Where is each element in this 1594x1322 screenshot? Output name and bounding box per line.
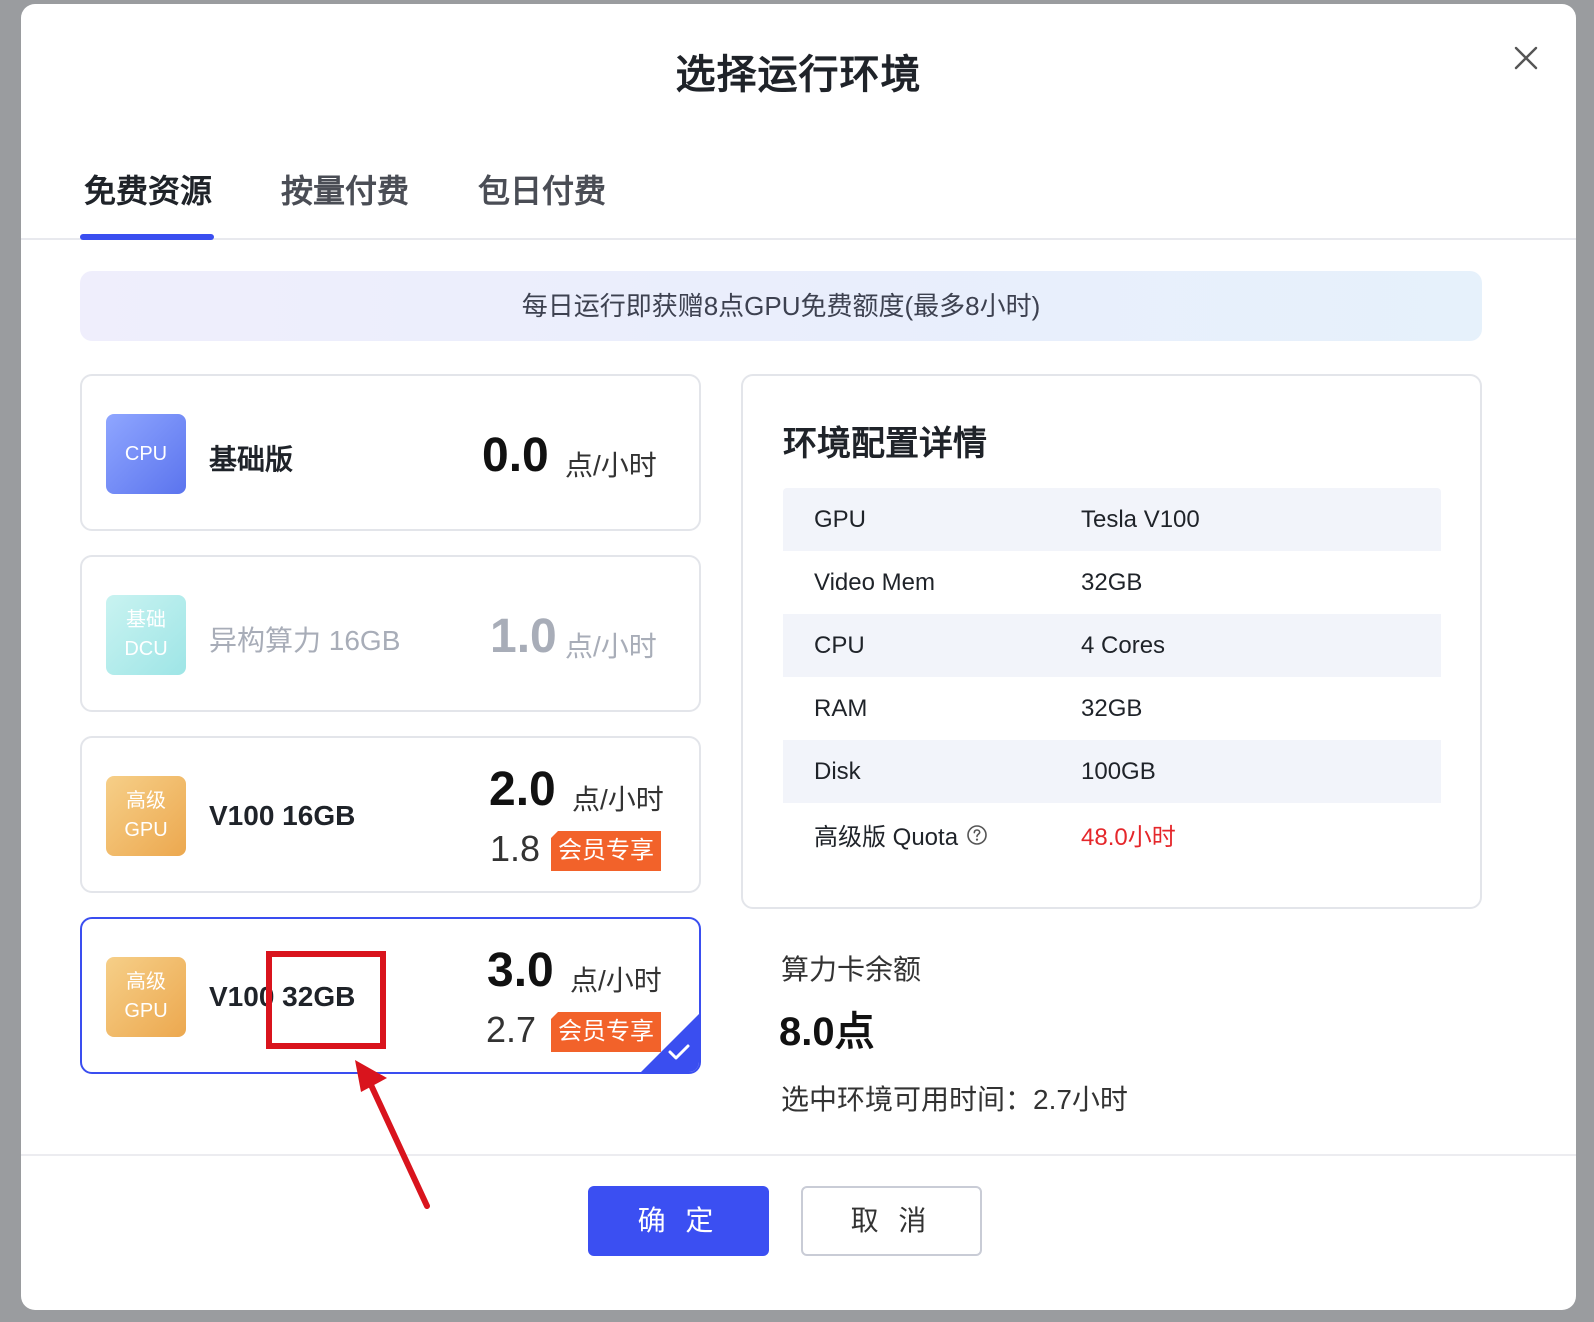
footer-divider [21,1154,1576,1156]
table-row: 高级版 Quota 48.0小时 [783,803,1441,866]
annotation-arrow-icon [355,1060,430,1209]
tab-bar: 免费资源 按量付费 包日付费 [21,154,1576,240]
help-icon[interactable] [966,824,988,846]
card-unit: 点/小时 [572,784,664,815]
card-unit: 点/小时 [570,965,662,996]
spec-key: GPU [814,505,867,533]
spec-key: 高级版 Quota [783,817,1081,852]
free-quota-banner: 每日运行即获赠8点GPU免费额度(最多8小时) [80,271,1482,341]
card-name: 基础版 [209,444,294,475]
table-row: Video Mem 32GB [783,551,1441,614]
icon-label: CPU [124,442,168,465]
member-price: 2.7 [486,1009,537,1050]
table-row: Disk 100GB [783,740,1441,803]
tab-daily[interactable]: 包日付费 [478,166,606,212]
spec-key: CPU [814,631,865,659]
spec-key: Disk [814,757,861,785]
environment-modal: 选择运行环境 免费资源 按量付费 包日付费 每日运行即获赠8点GPU免费额度(最… [21,4,1576,1310]
icon-label: DCU [124,638,168,660]
spec-value: 32GB [1081,568,1143,596]
env-card-cpu[interactable]: CPU 基础版 0.0 点/小时 [80,374,701,531]
spec-value: 32GB [1081,694,1143,722]
icon-label: GPU [124,819,168,841]
confirm-button[interactable]: 确 定 [588,1186,769,1256]
card-unit: 点/小时 [565,450,657,481]
env-card-v100-16gb[interactable]: 高级 GPU V100 16GB 2.0 点/小时 1.8 会员专享 [80,736,701,893]
table-row: RAM 32GB [783,677,1441,740]
gpu-icon: 高级 GPU [106,957,186,1037]
cpu-icon: CPU [106,414,186,494]
icon-label: 基础 [126,609,166,631]
spec-value: Tesla V100 [1081,505,1200,533]
card-name: V100 16GB [209,800,356,831]
table-row: GPU Tesla V100 [783,488,1441,551]
cancel-button[interactable]: 取 消 [801,1186,982,1256]
dcu-icon: 基础 DCU [106,595,186,675]
quota-value: 48.0小时 [1081,824,1176,851]
balance-label: 算力卡余额 [781,954,922,985]
spec-table: GPU Tesla V100 Video Mem 32GB CPU 4 Core… [783,488,1441,866]
table-row: CPU 4 Cores [783,614,1441,677]
card-price: 1.0 [490,610,557,663]
environment-details-panel: 环境配置详情 GPU Tesla V100 Video Mem 32GB CPU… [741,374,1482,909]
spec-value: 4 Cores [1081,631,1166,659]
tab-pay-as-you-go[interactable]: 按量付费 [281,166,409,212]
member-price: 1.8 [490,828,541,869]
icon-label: 高级 [126,790,166,812]
icon-label: 高级 [126,971,166,993]
card-price: 3.0 [487,944,554,997]
annotation-highlight-box [266,951,386,1049]
icon-label: GPU [124,1000,168,1022]
gpu-icon: 高级 GPU [106,776,186,856]
member-badge: 会员专享 [550,831,661,871]
spec-key: RAM [814,694,868,722]
details-title: 环境配置详情 [783,425,987,463]
env-card-v100-32gb[interactable]: 高级 GPU V100 32GB 3.0 点/小时 2.7 会员专享 [80,917,701,1074]
spec-key: Video Mem [814,568,935,596]
card-unit: 点/小时 [565,631,657,662]
quota-label: 高级版 Quota [814,824,959,851]
card-price: 2.0 [489,763,556,816]
check-icon [668,1044,690,1060]
available-time: 选中环境可用时间：2.7小时 [781,1084,1128,1115]
balance-value: 8.0点 [779,1010,875,1054]
tab-free[interactable]: 免费资源 [84,166,212,212]
modal-title: 选择运行环境 [675,53,922,97]
close-icon[interactable] [1512,44,1540,72]
card-price: 0.0 [482,429,549,482]
card-name: 异构算力 16GB [209,625,401,656]
spec-value: 100GB [1081,757,1156,785]
env-card-dcu: 基础 DCU 异构算力 16GB 1.0 点/小时 [80,555,701,712]
active-tab-indicator [80,234,214,240]
